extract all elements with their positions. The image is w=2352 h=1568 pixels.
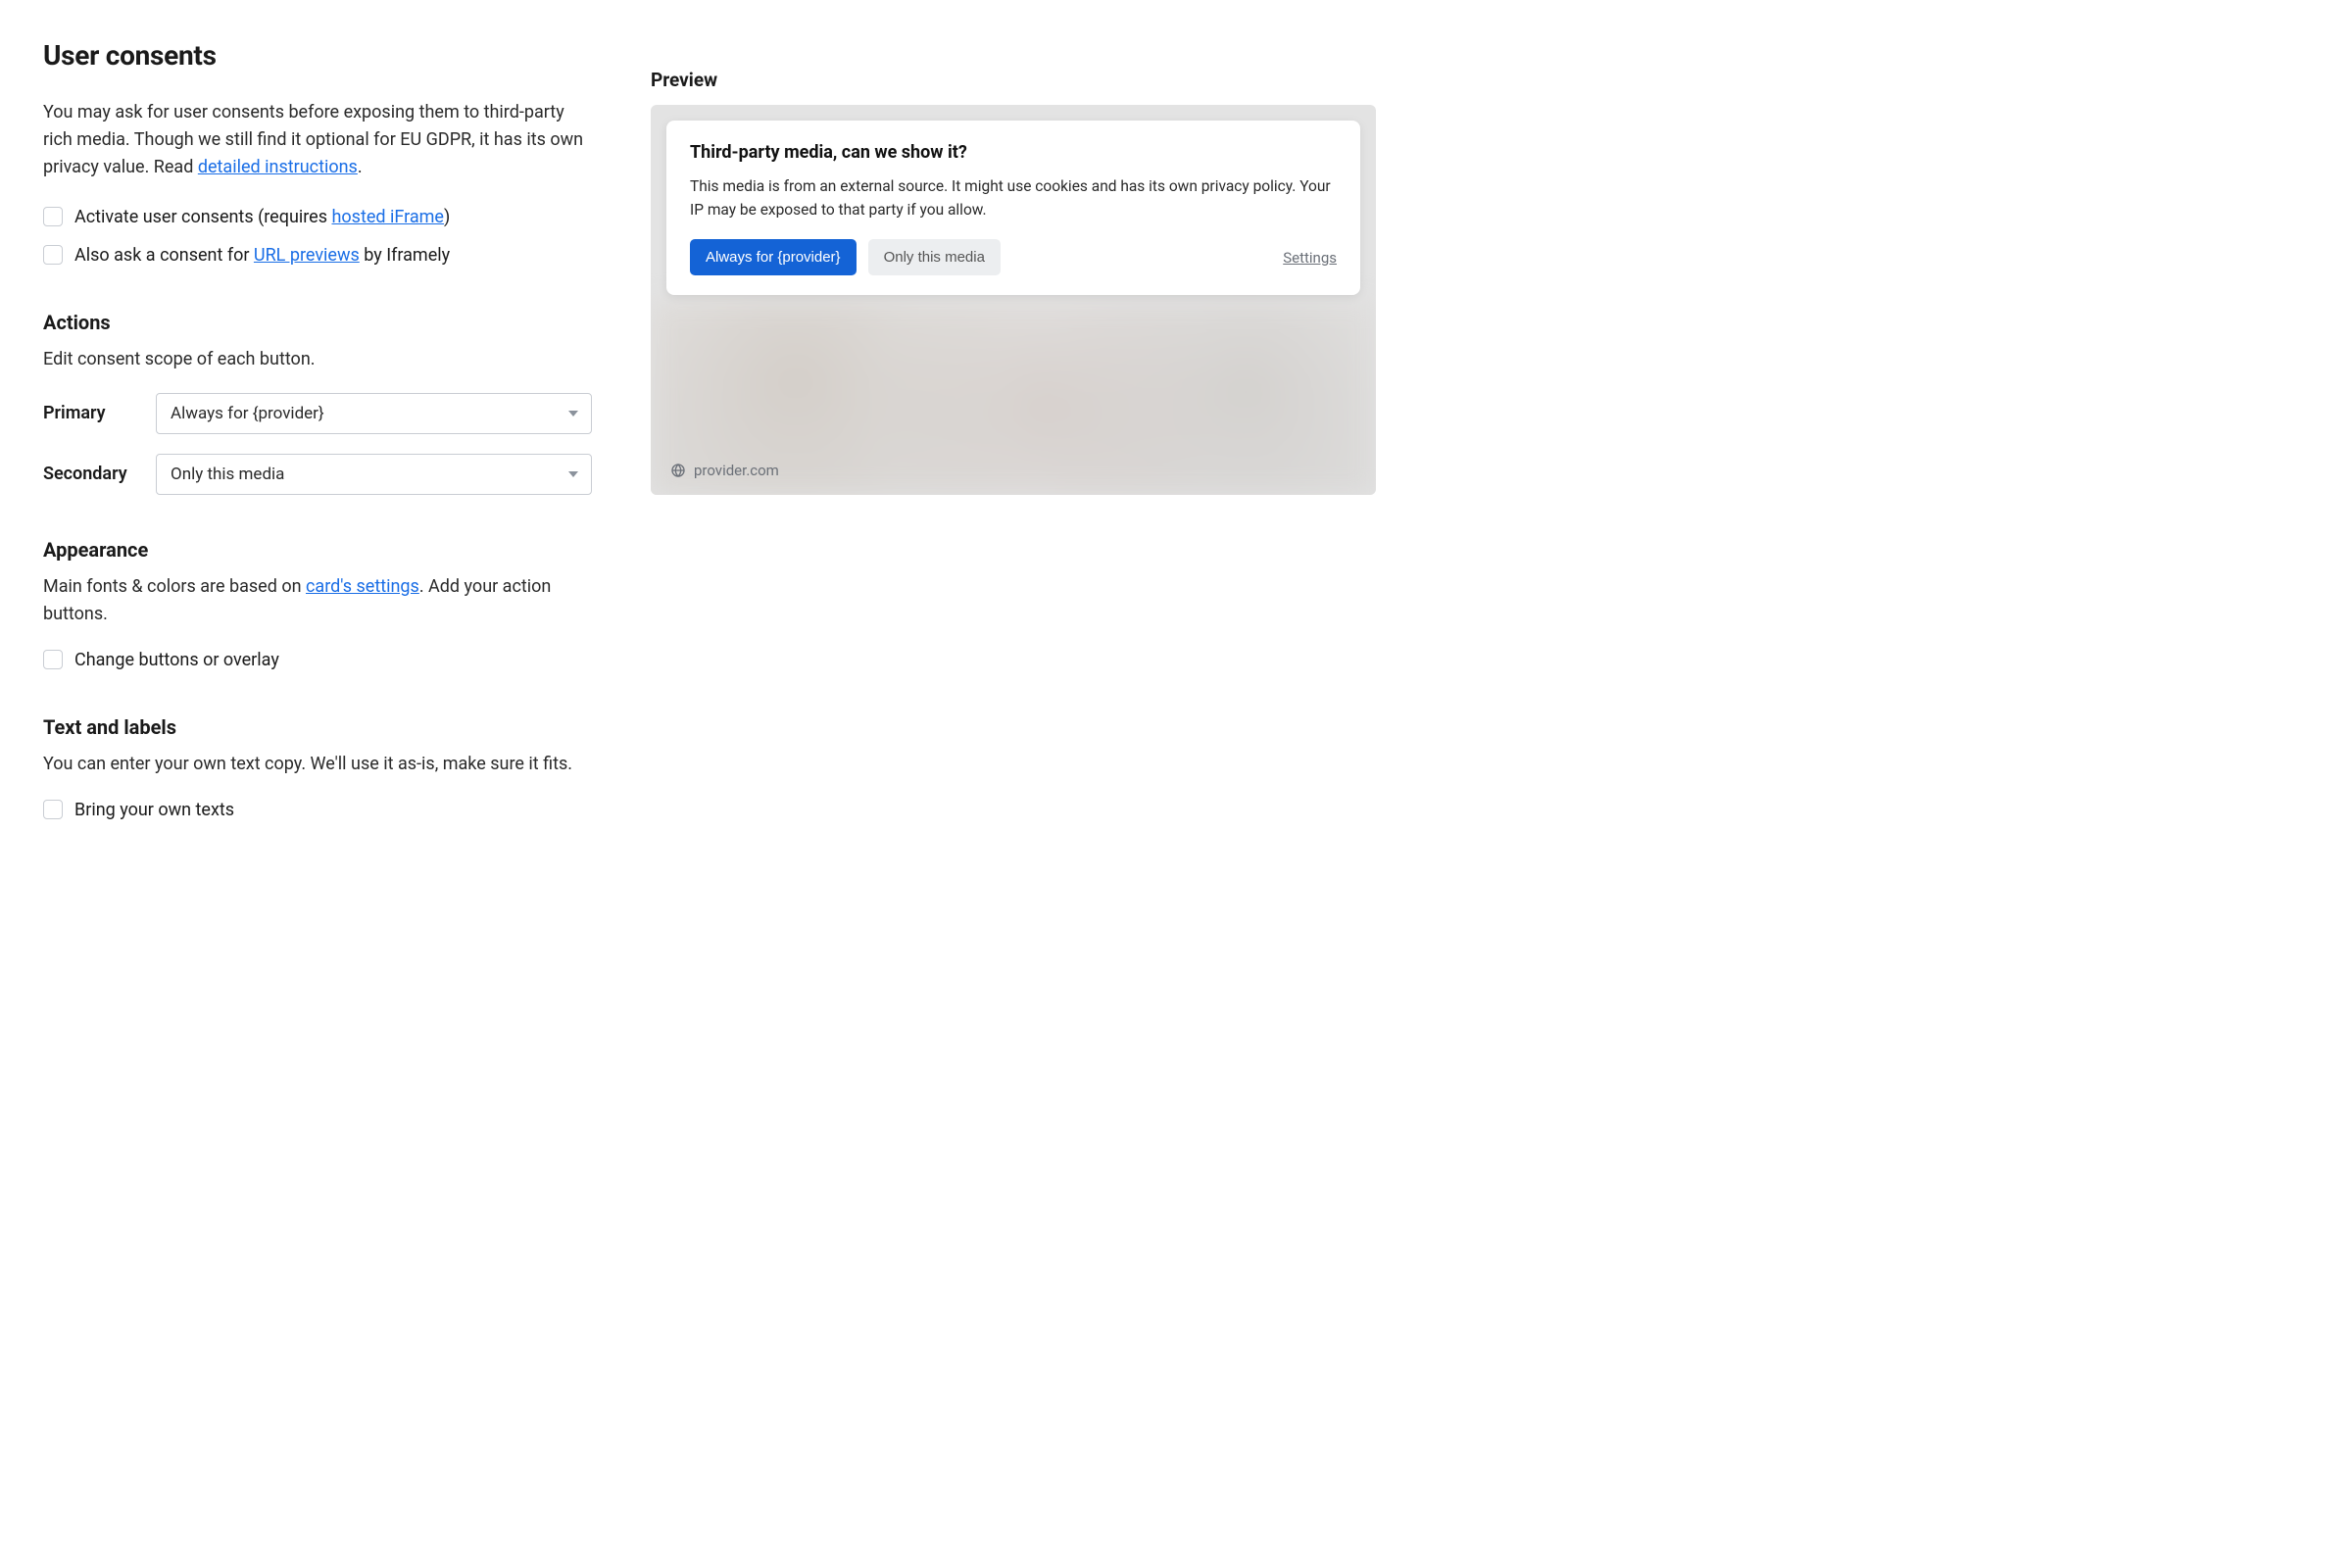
secondary-action-label: Secondary <box>43 464 136 484</box>
secondary-action-row: Secondary Only this media <box>43 454 592 495</box>
page-title: User consents <box>43 39 592 72</box>
actions-desc: Edit consent scope of each button. <box>43 346 592 373</box>
secondary-action-value[interactable]: Only this media <box>156 454 592 495</box>
detailed-instructions-link[interactable]: detailed instructions <box>198 157 358 177</box>
url-previews-label-pre: Also ask a consent for <box>74 245 254 266</box>
primary-action-label: Primary <box>43 403 136 423</box>
appearance-title: Appearance <box>43 538 592 562</box>
url-previews-consent-checkbox[interactable] <box>43 245 63 265</box>
activate-consents-row: Activate user consents (requires hosted … <box>43 205 592 229</box>
change-buttons-label: Change buttons or overlay <box>74 648 279 672</box>
appearance-desc-pre: Main fonts & colors are based on <box>43 576 306 597</box>
preview-consent-card: Third-party media, can we show it? This … <box>666 121 1360 295</box>
change-buttons-row: Change buttons or overlay <box>43 648 592 672</box>
url-previews-link[interactable]: URL previews <box>254 245 360 266</box>
bring-own-texts-row: Bring your own texts <box>43 798 592 822</box>
primary-action-select[interactable]: Always for {provider} <box>156 393 592 434</box>
preview-provider-domain: provider.com <box>694 462 779 479</box>
preview-settings-link[interactable]: Settings <box>1283 249 1337 267</box>
text-labels-title: Text and labels <box>43 715 592 739</box>
preview-secondary-button[interactable]: Only this media <box>868 239 1001 275</box>
hosted-iframe-link[interactable]: hosted iFrame <box>331 207 444 227</box>
activate-consents-checkbox[interactable] <box>43 207 63 226</box>
cards-settings-link[interactable]: card's settings <box>306 576 419 597</box>
text-labels-desc: You can enter your own text copy. We'll … <box>43 751 592 778</box>
preview-primary-button[interactable]: Always for {provider} <box>690 239 857 275</box>
primary-action-value[interactable]: Always for {provider} <box>156 393 592 434</box>
change-buttons-checkbox[interactable] <box>43 650 63 669</box>
bring-own-texts-checkbox[interactable] <box>43 800 63 819</box>
primary-action-row: Primary Always for {provider} <box>43 393 592 434</box>
url-previews-consent-row: Also ask a consent for URL previews by I… <box>43 243 592 268</box>
preview-frame: Third-party media, can we show it? This … <box>651 105 1376 495</box>
text-labels-section: Text and labels You can enter your own t… <box>43 715 592 822</box>
appearance-section: Appearance Main fonts & colors are based… <box>43 538 592 672</box>
bring-own-texts-label: Bring your own texts <box>74 798 234 822</box>
preview-heading: Preview <box>651 69 1376 91</box>
actions-section: Actions Edit consent scope of each butto… <box>43 311 592 495</box>
preview-footer: provider.com <box>670 462 779 479</box>
preview-card-title: Third-party media, can we show it? <box>690 142 1337 163</box>
intro-text: You may ask for user consents before exp… <box>43 99 592 181</box>
activate-consents-label-pre: Activate user consents (requires <box>74 207 331 227</box>
globe-icon <box>670 463 686 478</box>
preview-actions: Always for {provider} Only this media Se… <box>690 239 1337 275</box>
appearance-desc: Main fonts & colors are based on card's … <box>43 573 592 628</box>
url-previews-consent-label: Also ask a consent for URL previews by I… <box>74 243 450 268</box>
preview-card-body: This media is from an external source. I… <box>690 174 1337 221</box>
actions-title: Actions <box>43 311 592 334</box>
url-previews-label-post: by Iframely <box>360 245 450 266</box>
activate-consents-label-post: ) <box>444 207 450 227</box>
intro-text-post: . <box>358 157 363 177</box>
activate-consents-label: Activate user consents (requires hosted … <box>74 205 450 229</box>
secondary-action-select[interactable]: Only this media <box>156 454 592 495</box>
